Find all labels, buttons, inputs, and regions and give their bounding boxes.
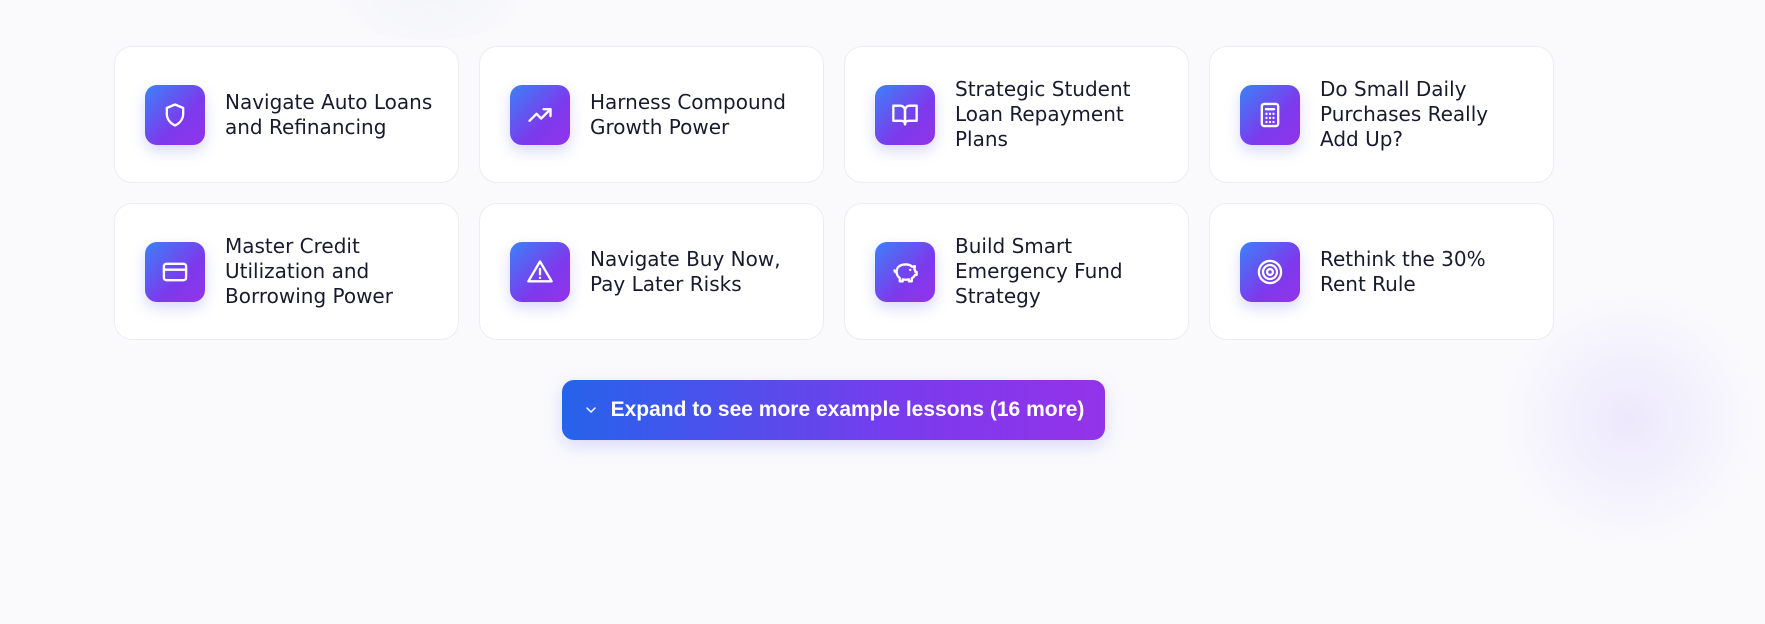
lesson-title: Rethink the 30% Rent Rule	[1320, 246, 1486, 296]
lesson-card-auto-loans[interactable]: Navigate Auto Loans and Refinancing	[114, 46, 459, 183]
lesson-card-rent-rule[interactable]: Rethink the 30% Rent Rule	[1209, 203, 1554, 340]
lesson-card-emergency-fund[interactable]: Build Smart Emergency Fund Strategy	[844, 203, 1189, 340]
lesson-title: Navigate Auto Loans and Refinancing	[225, 89, 433, 139]
lesson-title: Build Smart Emergency Fund Strategy	[955, 234, 1123, 308]
lesson-card-daily-purchases[interactable]: Do Small Daily Purchases Really Add Up?	[1209, 46, 1554, 183]
expand-lessons-button[interactable]: Expand to see more example lessons (16 m…	[562, 380, 1105, 440]
expand-button-label: Expand to see more example lessons (16 m…	[610, 398, 1085, 421]
lesson-card-credit-utilization[interactable]: Master Credit Utilization and Borrowing …	[114, 203, 459, 340]
lesson-title: Harness Compound Growth Power	[590, 89, 787, 139]
lesson-card-student-loans[interactable]: Strategic Student Loan Repayment Plans	[844, 46, 1189, 183]
lesson-card-compound-growth[interactable]: Harness Compound Growth Power	[479, 46, 824, 183]
shield-icon	[145, 84, 205, 145]
trending-up-icon	[510, 84, 570, 145]
lesson-card-buy-now-pay-later[interactable]: Navigate Buy Now, Pay Later Risks	[479, 203, 824, 340]
chevron-down-icon	[585, 407, 596, 413]
lesson-title: Navigate Buy Now, Pay Later Risks	[590, 246, 781, 296]
background-glow	[300, 0, 560, 40]
lesson-title: Strategic Student Loan Repayment Plans	[955, 77, 1131, 151]
book-open-icon	[875, 84, 935, 145]
lesson-title: Do Small Daily Purchases Really Add Up?	[1320, 77, 1489, 151]
lesson-title: Master Credit Utilization and Borrowing …	[225, 234, 393, 308]
calculator-icon	[1240, 84, 1300, 145]
alert-triangle-icon	[510, 241, 570, 302]
credit-card-icon	[145, 241, 205, 302]
target-icon	[1240, 241, 1300, 302]
lesson-grid: Navigate Auto Loans and Refinancing Harn…	[114, 46, 1554, 340]
piggy-bank-icon	[875, 241, 935, 302]
